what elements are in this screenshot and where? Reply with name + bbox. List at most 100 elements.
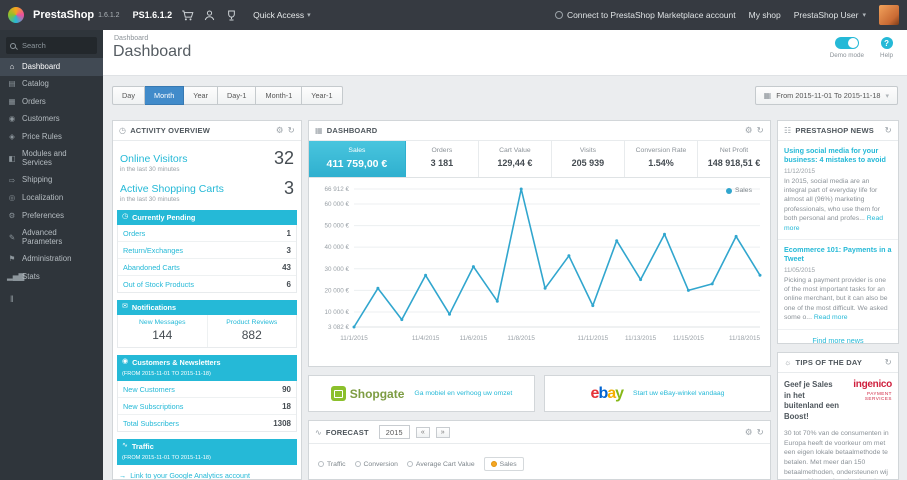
period-year-1-button[interactable]: Year-1 [302, 86, 343, 105]
refresh-icon[interactable]: ↻ [288, 125, 295, 136]
kpi-net-profit[interactable]: Net Profit 148 918,51 € [698, 141, 770, 177]
svg-text:10 000 €: 10 000 € [324, 309, 349, 316]
refresh-icon[interactable]: ↻ [757, 125, 764, 136]
overview-metrics: Online Visitors 32 in the last 30 minute… [113, 141, 301, 203]
pending-row-returns[interactable]: Return/Exchanges 3 [118, 242, 296, 260]
chevron-down-icon: ▾ [885, 92, 889, 100]
row-label: Out of Stock Products [123, 279, 194, 289]
kpi-value: 205 939 [571, 158, 605, 168]
product-reviews-cell[interactable]: Product Reviews 882 [206, 315, 297, 348]
quick-access-menu[interactable]: Quick Access ▾ [253, 10, 311, 20]
news-item-title[interactable]: Ecommerce 101: Payments in a Tweet [784, 245, 892, 264]
kpi-label: Visits [579, 147, 596, 154]
home-icon: ⌂ [9, 61, 15, 71]
row-value: 43 [282, 262, 291, 272]
news-item-title[interactable]: Using social media for your business: 4 … [784, 146, 892, 165]
kpi-orders[interactable]: Orders 3 181 [406, 141, 479, 177]
google-analytics-link[interactable]: → Link to your Google Analytics account [113, 465, 301, 480]
svg-text:11/4/2015: 11/4/2015 [412, 335, 440, 342]
pending-row-orders[interactable]: Orders 1 [118, 225, 296, 243]
period-year-button[interactable]: Year [184, 86, 219, 105]
kpi-visits[interactable]: Visits 205 939 [552, 141, 625, 177]
cart-icon[interactable] [181, 9, 194, 22]
sidebar-item-stats[interactable]: ▂▅▇ Stats [0, 268, 103, 286]
news-panel-title: PRESTASHOP NEWS [795, 126, 874, 135]
demo-mode-control[interactable]: Demo mode [830, 37, 864, 59]
demo-mode-toggle[interactable] [834, 37, 859, 49]
search-input[interactable] [20, 40, 92, 51]
sidebar-item-label: Administration [22, 254, 72, 264]
kpi-cart-value[interactable]: Cart Value 129,44 € [479, 141, 552, 177]
forecast-prev-button[interactable]: « [415, 426, 430, 438]
sidebar-item-localization[interactable]: ◎ Localization [0, 190, 103, 208]
total-subscribers-row[interactable]: Total Subscribers 1308 [118, 415, 296, 431]
breadcrumb[interactable]: Dashboard [114, 35, 148, 42]
search-icon [10, 42, 16, 49]
ebay-letter: a [607, 384, 616, 402]
sidebar-item-administration[interactable]: ⚑ Administration [0, 251, 103, 269]
brand-name[interactable]: PrestaShop [33, 9, 94, 21]
new-messages-value: 144 [152, 328, 173, 343]
sidebar-item-catalog[interactable]: ▤ Catalog [0, 76, 103, 94]
kpi-sales[interactable]: Sales 411 759,00 € [309, 141, 406, 177]
period-day-1-button[interactable]: Day-1 [218, 86, 257, 105]
gear-icon[interactable]: ⚙ [745, 125, 753, 136]
sidebar-search[interactable] [6, 37, 97, 54]
user-avatar[interactable] [879, 5, 899, 25]
kpi-conversion-rate[interactable]: Conversion Rate 1.54% [625, 141, 698, 177]
forecast-legend-traffic[interactable]: Traffic [318, 461, 346, 468]
forecast-legend-sales[interactable]: Sales [483, 457, 524, 471]
pending-row-out-of-stock[interactable]: Out of Stock Products 6 [118, 276, 296, 292]
new-messages-cell[interactable]: New Messages 144 [118, 315, 207, 347]
read-more-link[interactable]: Read more [814, 314, 848, 321]
sidebar-item-shipping[interactable]: ⇨ Shipping [0, 172, 103, 190]
marketplace-link[interactable]: Connect to PrestaShop Marketplace accoun… [554, 10, 736, 20]
svg-text:3 082 €: 3 082 € [328, 324, 350, 331]
help-control[interactable]: ? Help [880, 37, 893, 59]
forecast-year-select[interactable]: 2015 [378, 425, 410, 439]
prestashop-logo-icon[interactable] [8, 7, 24, 23]
new-subscriptions-row[interactable]: New Subscriptions 18 [118, 398, 296, 416]
kpi-value: 148 918,51 € [707, 158, 761, 168]
trophy-icon[interactable] [225, 9, 238, 22]
traffic-title: Traffic [131, 442, 154, 452]
shopgate-brand: Shopgate [349, 386, 405, 401]
period-month-1-button[interactable]: Month-1 [256, 86, 303, 105]
refresh-icon[interactable]: ↻ [757, 427, 764, 438]
refresh-icon[interactable]: ↻ [885, 125, 892, 136]
sidebar-item-label: Stats [22, 271, 40, 281]
help-icon[interactable]: ? [880, 37, 893, 49]
new-customers-row[interactable]: New Customers 90 [118, 381, 296, 399]
period-day-button[interactable]: Day [112, 86, 145, 105]
sidebar-item-preferences[interactable]: ⚙ Preferences [0, 207, 103, 225]
google-analytics-link-label: Link to your Google Analytics account [130, 471, 251, 480]
sidebar-item-dashboard[interactable]: ⌂ Dashboard [0, 58, 103, 76]
my-shop-link[interactable]: My shop [749, 10, 781, 20]
sidebar-item-orders[interactable]: ▦ Orders [0, 93, 103, 111]
sidebar-item-advanced-parameters[interactable]: ✎ Advanced Parameters [0, 225, 103, 251]
sidebar-item-modules[interactable]: ◧ Modules and Services [0, 146, 103, 172]
svg-text:11/15/2015: 11/15/2015 [673, 335, 705, 342]
sidebar-item-customers[interactable]: ◉ Customers [0, 111, 103, 129]
svg-text:50 000 €: 50 000 € [324, 223, 349, 230]
forecast-legend-average-cart-value[interactable]: Average Cart Value [406, 461, 475, 468]
shopgate-ad-link[interactable]: Ga mobiel en verhoog uw omzet [414, 390, 512, 397]
gear-icon[interactable]: ⚙ [276, 125, 284, 136]
period-month-button[interactable]: Month [144, 86, 185, 105]
sidebar-item-price-rules[interactable]: ◈ Price Rules [0, 128, 103, 146]
forecast-next-button[interactable]: » [435, 426, 450, 438]
sidebar-collapse-button[interactable]: ‖ [0, 294, 103, 304]
date-range-button[interactable]: ▦ From 2015-11-01 To 2015-11-18 ▾ [754, 86, 898, 105]
refresh-icon[interactable]: ↻ [885, 357, 892, 368]
ingenico-subtitle: payment services [864, 391, 892, 401]
forecast-legend-conversion[interactable]: Conversion [354, 461, 398, 468]
ebay-ad-link[interactable]: Start uw eBay-winkel vandaag [633, 390, 724, 397]
pending-row-abandoned-carts[interactable]: Abandoned Carts 43 [118, 259, 296, 277]
user-menu[interactable]: PrestaShop User ▾ [794, 10, 866, 20]
currently-pending-title: Currently Pending [132, 213, 196, 222]
find-more-news-link[interactable]: Find more news [778, 330, 898, 351]
gear-icon[interactable]: ⚙ [745, 427, 753, 438]
news-body-text: In 2015, social media are an integral pa… [784, 177, 880, 223]
svg-text:20 000 €: 20 000 € [324, 287, 349, 294]
customer-profile-icon[interactable] [203, 9, 216, 22]
